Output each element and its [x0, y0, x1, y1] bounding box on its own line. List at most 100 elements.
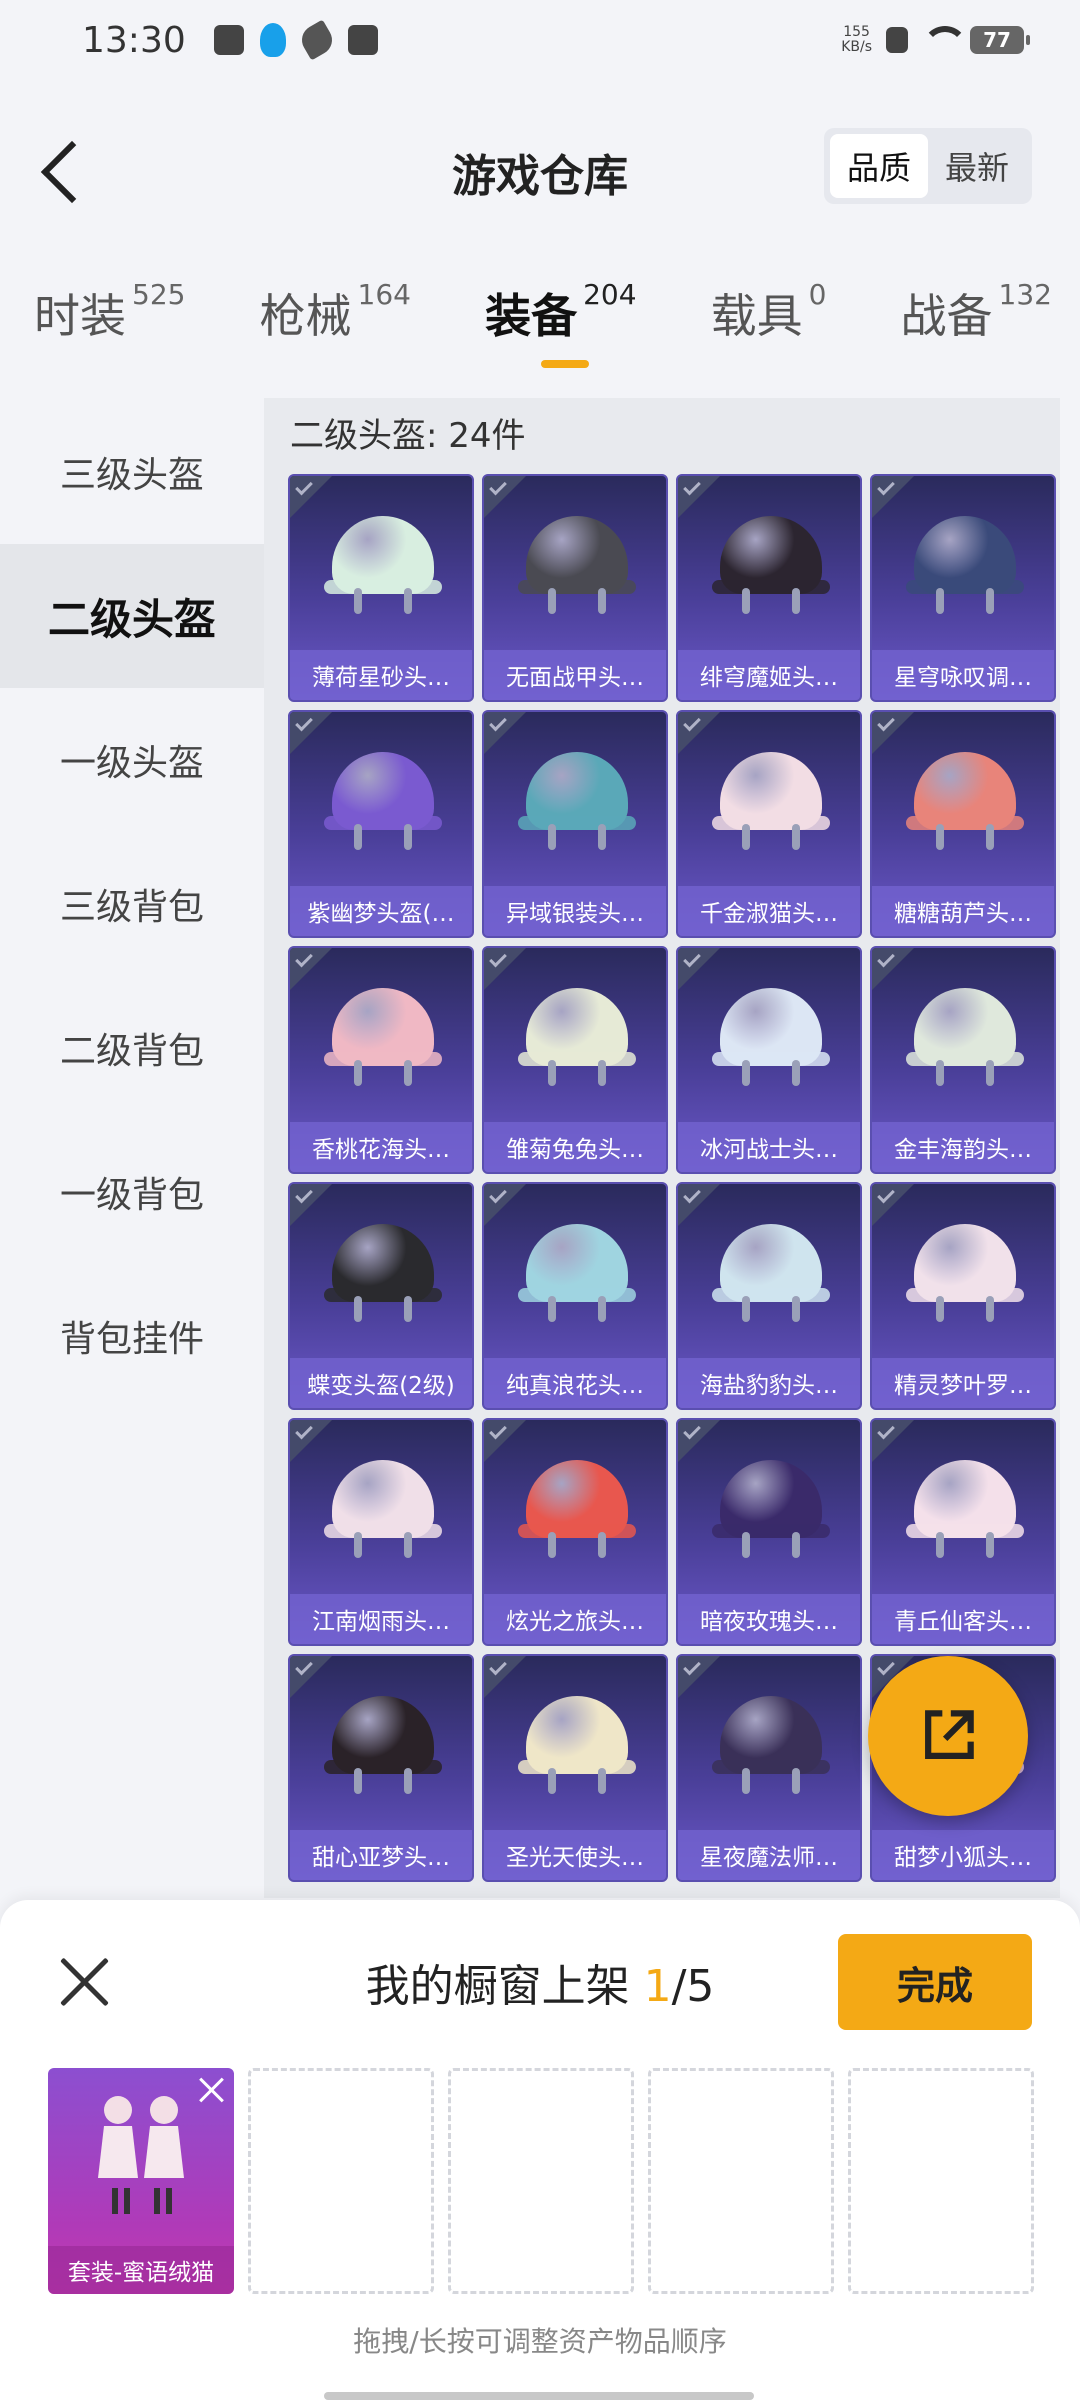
helmet-icon [324, 1696, 442, 1794]
item-card[interactable]: 圣光天使头… [482, 1654, 668, 1882]
item-name: 蝶变头盔(2级) [290, 1358, 472, 1408]
item-name: 甜心亚梦头… [290, 1830, 472, 1880]
item-name: 纯真浪花头… [484, 1358, 666, 1408]
item-card[interactable]: 海盐豹豹头… [676, 1182, 862, 1410]
item-name: 甜梦小狐头… [872, 1830, 1054, 1880]
item-card[interactable]: 蝶变头盔(2级) [288, 1182, 474, 1410]
home-indicator[interactable] [324, 2392, 754, 2400]
item-card[interactable]: 江南烟雨头… [288, 1418, 474, 1646]
helmet-icon [518, 1696, 636, 1794]
item-card[interactable]: 纯真浪花头… [482, 1182, 668, 1410]
item-card[interactable]: 暗夜玫瑰头… [676, 1418, 862, 1646]
section-title: 二级头盔: 24件 [290, 416, 526, 456]
app-header: 游戏仓库 品质 最新 [0, 100, 1080, 240]
item-name: 雏菊兔兔头… [484, 1122, 666, 1172]
share-button[interactable] [868, 1656, 1028, 1816]
qq-icon [259, 23, 286, 57]
item-card[interactable]: 星穹咏叹调… [870, 474, 1056, 702]
tab-vehicles[interactable]: 载具 0 [711, 278, 827, 380]
status-bar: 13:30 155 KB/s 77 [0, 0, 1080, 80]
sidebar-item-level1-helmet[interactable]: 一级头盔 [0, 688, 264, 832]
item-name: 炫光之旅头… [484, 1594, 666, 1644]
item-card[interactable]: 异域银装头… [482, 710, 668, 938]
item-name: 江南烟雨头… [290, 1594, 472, 1644]
item-name: 糖糖葫芦头… [872, 886, 1054, 936]
showcase-current-count: 1 [643, 1961, 672, 2012]
item-card[interactable]: 星夜魔法师… [676, 1654, 862, 1882]
share-icon [925, 1710, 974, 1759]
sidebar-item-level3-helmet[interactable]: 三级头盔 [0, 400, 264, 544]
item-name: 异域银装头… [484, 886, 666, 936]
item-card[interactable]: 金丰海韵头… [870, 946, 1056, 1174]
item-name: 暗夜玫瑰头… [678, 1594, 860, 1644]
showcase-slot-label: 套装-蜜语绒猫 [48, 2246, 234, 2294]
remove-item-icon[interactable] [198, 2076, 226, 2104]
helmet-icon [906, 1224, 1024, 1322]
helmet-icon [906, 752, 1024, 850]
tab-weapons[interactable]: 枪械 164 [260, 278, 411, 380]
tab-supplies[interactable]: 战备 132 [901, 278, 1052, 380]
item-card[interactable]: 绯穹魔姬头… [676, 474, 862, 702]
item-card[interactable]: 无面战甲头… [482, 474, 668, 702]
helmet-icon [712, 1460, 830, 1558]
helmet-icon [518, 1224, 636, 1322]
item-card[interactable]: 紫幽梦头盔(… [288, 710, 474, 938]
item-name: 香桃花海头… [290, 1122, 472, 1172]
tab-fashion[interactable]: 时装 525 [34, 278, 185, 380]
item-name: 千金淑猫头… [678, 886, 860, 936]
item-name: 金丰海韵头… [872, 1122, 1054, 1172]
showcase-slot-1[interactable]: 套装-蜜语绒猫 [48, 2068, 234, 2294]
network-speed: 155 KB/s [841, 24, 872, 55]
helmet-icon [712, 752, 830, 850]
showcase-panel: 我的橱窗上架 1/5 完成 套装-蜜语绒猫 拖拽/长按可调整资产物品顺序 [0, 1900, 1080, 2408]
active-tab-indicator [541, 360, 590, 368]
sidebar-item-level2-helmet[interactable]: 二级头盔 [0, 544, 264, 688]
showcase-slot-4[interactable] [648, 2068, 834, 2294]
helmet-icon [906, 1460, 1024, 1558]
helmet-icon [518, 1460, 636, 1558]
item-name: 海盐豹豹头… [678, 1358, 860, 1408]
item-card[interactable]: 薄荷星砂头… [288, 474, 474, 702]
sidebar-item-level3-backpack[interactable]: 三级背包 [0, 832, 264, 976]
app-notification-icon [296, 19, 338, 61]
item-name: 绯穹魔姬头… [678, 650, 860, 700]
status-time: 13:30 [82, 19, 186, 61]
helmet-icon [518, 988, 636, 1086]
showcase-slots: 套装-蜜语绒猫 [48, 2068, 1034, 2294]
sort-quality-button[interactable]: 品质 [830, 134, 928, 198]
item-card[interactable]: 青丘仙客头… [870, 1418, 1056, 1646]
showcase-slot-2[interactable] [248, 2068, 434, 2294]
helmet-icon [906, 988, 1024, 1086]
helmet-icon [712, 1224, 830, 1322]
category-tabs: 时装 525 枪械 164 装备 204 载具 0 战备 132 [0, 278, 1080, 380]
item-name: 薄荷星砂头… [290, 650, 472, 700]
helmet-icon [712, 516, 830, 614]
item-card[interactable]: 雏菊兔兔头… [482, 946, 668, 1174]
showcase-slot-3[interactable] [448, 2068, 634, 2294]
item-card[interactable]: 精灵梦叶罗… [870, 1182, 1056, 1410]
reorder-hint: 拖拽/长按可调整资产物品顺序 [353, 2325, 727, 2358]
item-name: 冰河战士头… [678, 1122, 860, 1172]
helmet-icon [518, 752, 636, 850]
sidebar-item-level2-backpack[interactable]: 二级背包 [0, 976, 264, 1120]
message-icon [347, 25, 378, 55]
item-name: 紫幽梦头盔(… [290, 886, 472, 936]
item-card[interactable]: 千金淑猫头… [676, 710, 862, 938]
sidebar-item-level1-backpack[interactable]: 一级背包 [0, 1120, 264, 1264]
item-card[interactable]: 炫光之旅头… [482, 1418, 668, 1646]
sort-newest-button[interactable]: 最新 [928, 134, 1026, 198]
helmet-icon [324, 752, 442, 850]
item-name: 星夜魔法师… [678, 1830, 860, 1880]
item-card[interactable]: 香桃花海头… [288, 946, 474, 1174]
item-card[interactable]: 糖糖葫芦头… [870, 710, 1056, 938]
item-name: 青丘仙客头… [872, 1594, 1054, 1644]
showcase-slot-5[interactable] [848, 2068, 1034, 2294]
done-button[interactable]: 完成 [838, 1934, 1032, 2030]
sidebar-item-backpack-charm[interactable]: 背包挂件 [0, 1264, 264, 1408]
item-name: 圣光天使头… [484, 1830, 666, 1880]
helmet-icon [324, 516, 442, 614]
tab-equipment[interactable]: 装备 204 [485, 278, 637, 380]
item-card[interactable]: 冰河战士头… [676, 946, 862, 1174]
wifi-icon [922, 26, 968, 54]
item-card[interactable]: 甜心亚梦头… [288, 1654, 474, 1882]
